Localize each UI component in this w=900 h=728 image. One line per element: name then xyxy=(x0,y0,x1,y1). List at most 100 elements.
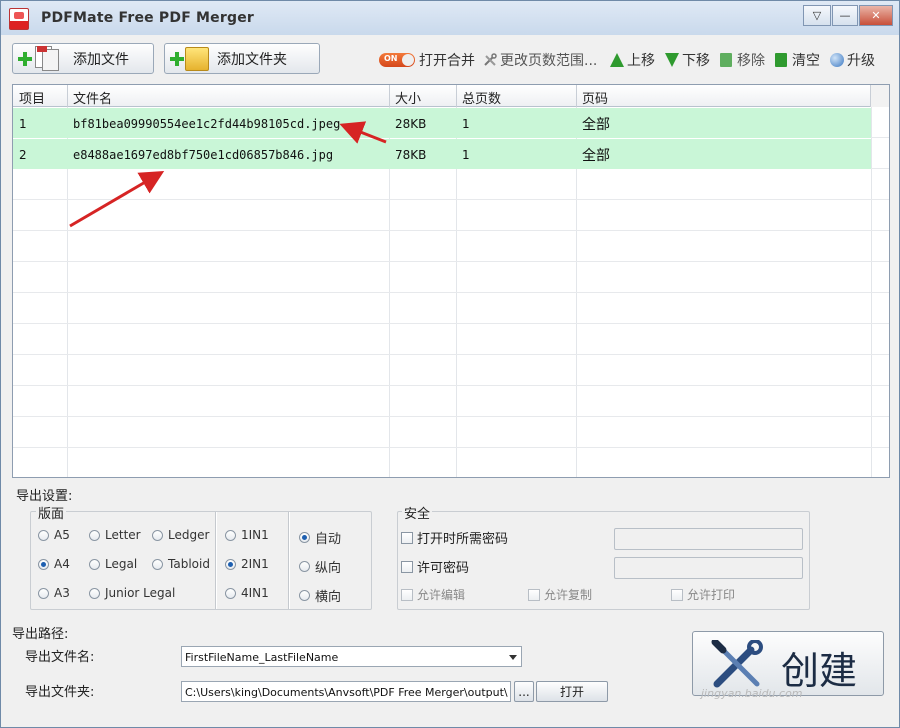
layout-group-title: 版面 xyxy=(36,503,67,522)
arrow-up-icon xyxy=(610,53,624,67)
radio-icon xyxy=(225,587,236,599)
radio-icon xyxy=(225,529,236,541)
open-merge-label: 打开合并 xyxy=(419,53,475,69)
radio-paper-a4[interactable]: A4 xyxy=(38,557,70,571)
app-window: PDFMate Free PDF Merger ▽ — ✕ 添加文件 添加文件夹… xyxy=(0,0,900,728)
radio-nup-2in1[interactable]: 2IN1 xyxy=(225,557,269,571)
row-pages: 1 xyxy=(462,117,470,131)
row-index: 1 xyxy=(19,117,27,131)
divider xyxy=(215,512,217,609)
plus-icon xyxy=(170,52,184,66)
column-header-pages[interactable]: 总页数 xyxy=(462,88,501,107)
checkbox-icon xyxy=(401,588,413,601)
radio-orientation-auto[interactable]: 自动 xyxy=(299,528,341,547)
watermark-text: jingyan.baidu.com xyxy=(701,687,803,700)
browse-folder-button[interactable]: ... xyxy=(514,681,534,702)
output-filename-value: FirstFileName_LastFileName xyxy=(185,651,339,664)
radio-paper-a5[interactable]: A5 xyxy=(38,528,70,542)
remove-button[interactable]: 移除 xyxy=(720,51,765,69)
upgrade-globe-icon xyxy=(830,53,844,67)
add-file-label: 添加文件 xyxy=(73,52,129,68)
radio-selected-icon xyxy=(299,532,310,543)
open-merge-toggle[interactable]: ON 打开合并 xyxy=(379,51,475,69)
output-folder-input[interactable]: C:\Users\king\Documents\Anvsoft\PDF Free… xyxy=(181,681,511,702)
radio-orientation-landscape[interactable]: 横向 xyxy=(299,586,341,605)
radio-paper-letter[interactable]: Letter xyxy=(89,528,141,542)
add-folder-button[interactable]: 添加文件夹 xyxy=(164,43,320,74)
clear-button[interactable]: 清空 xyxy=(775,51,820,69)
radio-orientation-portrait[interactable]: 纵向 xyxy=(299,557,341,576)
remove-label: 移除 xyxy=(737,53,765,69)
radio-icon xyxy=(38,529,49,541)
output-filename-select[interactable]: FirstFileName_LastFileName xyxy=(181,646,522,667)
add-file-button[interactable]: 添加文件 xyxy=(12,43,154,74)
column-header-size[interactable]: 大小 xyxy=(395,88,421,107)
column-header-range[interactable]: 页码 xyxy=(582,88,608,107)
plus-icon xyxy=(18,52,32,66)
upgrade-button[interactable]: 升级 xyxy=(830,51,875,69)
open-folder-button[interactable]: 打开 xyxy=(536,681,608,702)
divider xyxy=(288,512,290,609)
radio-icon xyxy=(89,587,100,599)
window-title: PDFMate Free PDF Merger xyxy=(41,10,254,26)
radio-paper-legal[interactable]: Legal xyxy=(89,557,137,571)
radio-icon xyxy=(152,529,163,541)
open-password-checkbox[interactable]: 打开时所需密码 xyxy=(401,528,508,547)
radio-selected-icon xyxy=(225,558,236,570)
pdf-app-icon xyxy=(9,8,29,30)
open-password-field[interactable] xyxy=(614,528,803,550)
radio-paper-ledger[interactable]: Ledger xyxy=(152,528,209,542)
radio-selected-icon xyxy=(38,558,49,570)
move-up-button[interactable]: 上移 xyxy=(610,51,655,69)
folder-icon xyxy=(185,47,209,71)
output-folder-value: C:\Users\king\Documents\Anvsoft\PDF Free… xyxy=(185,686,508,699)
recycle-bin-icon xyxy=(720,53,732,67)
radio-icon xyxy=(152,558,163,570)
clear-label: 清空 xyxy=(792,53,820,69)
header-corner xyxy=(870,85,889,107)
output-filename-label: 导出文件名: xyxy=(25,650,95,665)
menu-dropdown-button[interactable]: ▽ xyxy=(803,5,831,26)
radio-nup-1in1[interactable]: 1IN1 xyxy=(225,528,269,542)
table-row[interactable]: 2 e8488ae1697ed8bf750e1cd06857b846.jpg 7… xyxy=(13,139,871,169)
move-down-button[interactable]: 下移 xyxy=(665,51,710,69)
permission-password-field[interactable] xyxy=(614,557,803,579)
security-group-title: 安全 xyxy=(402,503,433,522)
column-header-index[interactable]: 项目 xyxy=(19,88,45,107)
table-row[interactable]: 1 bf81bea09990554ee1c2fd44b98105cd.jpeg … xyxy=(13,108,871,138)
radio-paper-tabloid[interactable]: Tabloid xyxy=(152,557,210,571)
output-path-label: 导出路径: xyxy=(12,627,69,642)
radio-icon xyxy=(299,561,310,572)
row-size: 28KB xyxy=(395,117,427,131)
row-size: 78KB xyxy=(395,148,427,162)
move-up-label: 上移 xyxy=(627,53,655,69)
table-header: 项目 文件名 大小 总页数 页码 xyxy=(13,85,871,107)
output-folder-label: 导出文件夹: xyxy=(25,685,95,700)
row-filename: e8488ae1697ed8bf750e1cd06857b846.jpg xyxy=(73,148,334,162)
permission-password-checkbox[interactable]: 许可密码 xyxy=(401,557,469,576)
allow-copy-checkbox[interactable]: 允许复制 xyxy=(528,586,592,603)
radio-paper-junior-legal[interactable]: Junior Legal xyxy=(89,586,175,600)
close-button[interactable]: ✕ xyxy=(859,5,893,26)
change-range-label: 更改页数范围... xyxy=(500,53,598,69)
radio-icon xyxy=(38,587,49,599)
pdf-files-icon xyxy=(33,46,65,72)
toggle-text: ON xyxy=(384,54,398,63)
radio-icon xyxy=(89,558,100,570)
row-index: 2 xyxy=(19,148,27,162)
wrench-screwdriver-icon xyxy=(711,640,763,688)
radio-nup-4in1[interactable]: 4IN1 xyxy=(225,586,269,600)
minimize-button[interactable]: — xyxy=(832,5,858,26)
move-down-label: 下移 xyxy=(682,53,710,69)
column-header-filename[interactable]: 文件名 xyxy=(73,88,112,107)
row-page-range[interactable]: 全部 xyxy=(582,145,610,165)
change-page-range-button[interactable]: 更改页数范围... xyxy=(483,51,597,69)
file-list-table[interactable]: 项目 文件名 大小 总页数 页码 1 bf81bea09990554ee1c2f… xyxy=(12,84,890,478)
row-page-range[interactable]: 全部 xyxy=(582,114,610,134)
export-settings-label: 导出设置: xyxy=(16,489,73,504)
row-filename: bf81bea09990554ee1c2fd44b98105cd.jpeg xyxy=(73,117,341,131)
allow-edit-checkbox[interactable]: 允许编辑 xyxy=(401,586,465,603)
allow-print-checkbox[interactable]: 允许打印 xyxy=(671,586,735,603)
toggle-switch[interactable]: ON xyxy=(379,53,415,67)
radio-paper-a3[interactable]: A3 xyxy=(38,586,70,600)
